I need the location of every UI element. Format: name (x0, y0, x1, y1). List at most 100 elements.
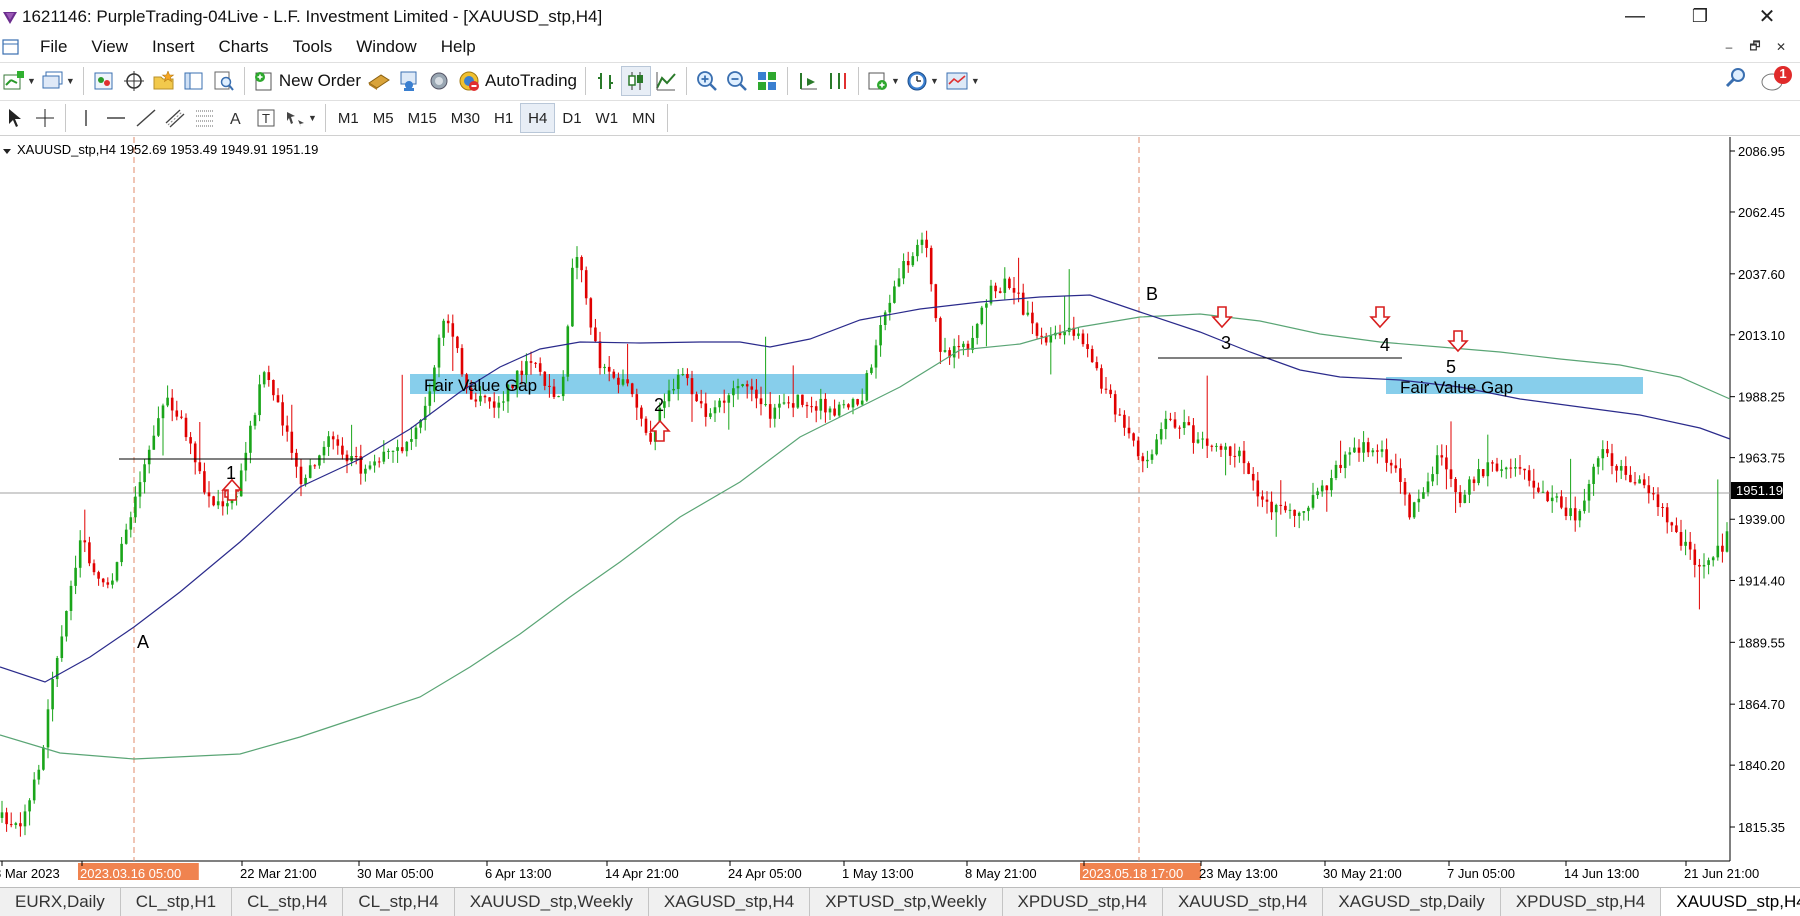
timeframe-mn[interactable]: MN (625, 103, 662, 133)
text-tool[interactable]: A (221, 103, 251, 133)
auto-scroll-button[interactable] (793, 66, 823, 96)
menu-file[interactable]: File (28, 37, 79, 57)
candle-body (856, 399, 859, 405)
candle-body (814, 406, 818, 411)
fibonacci-tool[interactable] (191, 103, 221, 133)
candle-body (221, 501, 225, 507)
chart-window[interactable]: 2086.95 2062.45 2037.60 2013.10 1988.25 1963.… (0, 137, 1800, 885)
crosshair-tool[interactable] (30, 103, 60, 133)
candle-body (934, 284, 938, 319)
menu-tools[interactable]: Tools (281, 37, 345, 57)
cursor-tool[interactable] (0, 103, 30, 133)
terminal-button[interactable] (179, 66, 209, 96)
profiles-button[interactable]: ▼ (39, 66, 78, 96)
candle-body (768, 404, 772, 419)
line-chart-button[interactable] (651, 66, 681, 96)
chart-tab[interactable]: XPDUSD_stp,H4 (1003, 888, 1163, 916)
menu-help[interactable]: Help (429, 37, 488, 57)
navigator-button[interactable] (149, 66, 179, 96)
price-tick-label: 1815.35 (1738, 820, 1785, 835)
candle-body (175, 410, 179, 417)
maximize-button[interactable]: ❐ (1670, 0, 1730, 33)
chart-tab[interactable]: XAUUSD_stp,Weekly (455, 888, 649, 916)
candle-body (65, 610, 68, 637)
signals-button[interactable] (394, 66, 424, 96)
candle-body (1012, 288, 1016, 293)
bar-chart-button[interactable] (591, 66, 621, 96)
price-chart[interactable]: 2086.95 2062.45 2037.60 2013.10 1988.25 1963.… (0, 137, 1800, 885)
timeframe-h1[interactable]: H1 (487, 103, 520, 133)
chart-tab[interactable]: CL_stp,H1 (121, 888, 233, 916)
new-order-button[interactable]: New Order (250, 66, 364, 96)
new-chart-button[interactable]: ▼ (0, 66, 39, 96)
strategy-tester-button[interactable] (209, 66, 239, 96)
chart-tab[interactable]: XAUUSD_stp,H4 (1163, 888, 1324, 916)
chart-tab[interactable]: XPDUSD_stp,H4 (1501, 888, 1662, 916)
chart-tab[interactable]: CL_stp,H4 (343, 888, 455, 916)
chart-restore-button[interactable]: 🗗 (1744, 37, 1766, 57)
candle-body (1127, 427, 1131, 434)
candle-body (1334, 464, 1338, 479)
timeframe-h4[interactable]: H4 (520, 103, 556, 133)
close-button[interactable]: ✕ (1737, 0, 1797, 33)
zoom-out-button[interactable] (722, 66, 752, 96)
data-window-button[interactable] (119, 66, 149, 96)
meta-editor-button[interactable] (364, 66, 394, 96)
menu-insert[interactable]: Insert (140, 37, 207, 57)
text-label-tool[interactable]: T (251, 103, 281, 133)
menu-view[interactable]: View (79, 37, 140, 57)
trendline-tool[interactable] (131, 103, 161, 133)
candle-body (446, 320, 450, 324)
candle-body (405, 441, 409, 452)
community-button[interactable] (424, 66, 454, 96)
tile-windows-button[interactable] (752, 66, 782, 96)
chart-shift-button[interactable] (823, 66, 853, 96)
candle-body (9, 824, 13, 826)
candle-body (42, 747, 45, 770)
timeframe-w1[interactable]: W1 (589, 103, 626, 133)
timeframe-d1[interactable]: D1 (555, 103, 588, 133)
arrows-tool[interactable]: ▼ (281, 103, 320, 133)
candle-body (644, 418, 648, 433)
candle-body (157, 418, 160, 436)
candle-body (787, 402, 790, 404)
magnifier-doc-icon (214, 71, 234, 91)
timeframe-m15[interactable]: M15 (401, 103, 444, 133)
candlestick-button[interactable] (621, 65, 652, 96)
timeframe-m30[interactable]: M30 (444, 103, 487, 133)
chart-tab[interactable]: CL_stp,H4 (232, 888, 344, 916)
chart-tab[interactable]: XPTUSD_stp,Weekly (810, 888, 1003, 916)
notifications-button[interactable]: 1 (1760, 64, 1794, 94)
candle-body (290, 431, 294, 453)
templates-button[interactable]: ▼ (942, 66, 983, 96)
candle-body (681, 374, 685, 376)
candle-body (1500, 469, 1503, 471)
candle-body (1638, 479, 1641, 484)
chart-minimize-button[interactable]: – (1718, 37, 1740, 57)
horizontal-line-tool[interactable] (101, 103, 131, 133)
chart-tab[interactable]: EURX,Daily (0, 888, 121, 916)
chart-tab[interactable]: XAGUSD_stp,H4 (649, 888, 811, 916)
chart-tab-active[interactable]: XAUUSD_stp,H4 (1661, 888, 1800, 916)
candle-body (364, 468, 367, 474)
candle-body (1215, 445, 1218, 447)
chart-close-button[interactable]: ✕ (1770, 37, 1792, 57)
equidistant-channel-tool[interactable] (161, 103, 191, 133)
menu-window[interactable]: Window (344, 37, 428, 57)
market-watch-button[interactable] (89, 66, 119, 96)
zoom-in-button[interactable] (692, 66, 722, 96)
candle-body (1228, 446, 1232, 456)
candle-body (474, 399, 478, 402)
periods-button[interactable]: ▼ (903, 66, 942, 96)
candle-body (709, 413, 712, 417)
search-button[interactable] (1724, 66, 1748, 95)
indicators-button[interactable]: ▼ (864, 66, 903, 96)
timeframe-m1[interactable]: M1 (331, 103, 366, 133)
candle-body (778, 403, 781, 408)
timeframe-m5[interactable]: M5 (366, 103, 401, 133)
autotrading-button[interactable]: AutoTrading (454, 66, 580, 96)
chart-tab[interactable]: XAGUSD_stp,Daily (1323, 888, 1501, 916)
menu-charts[interactable]: Charts (206, 37, 280, 57)
minimize-button[interactable]: — (1605, 0, 1665, 33)
vertical-line-tool[interactable] (71, 103, 101, 133)
